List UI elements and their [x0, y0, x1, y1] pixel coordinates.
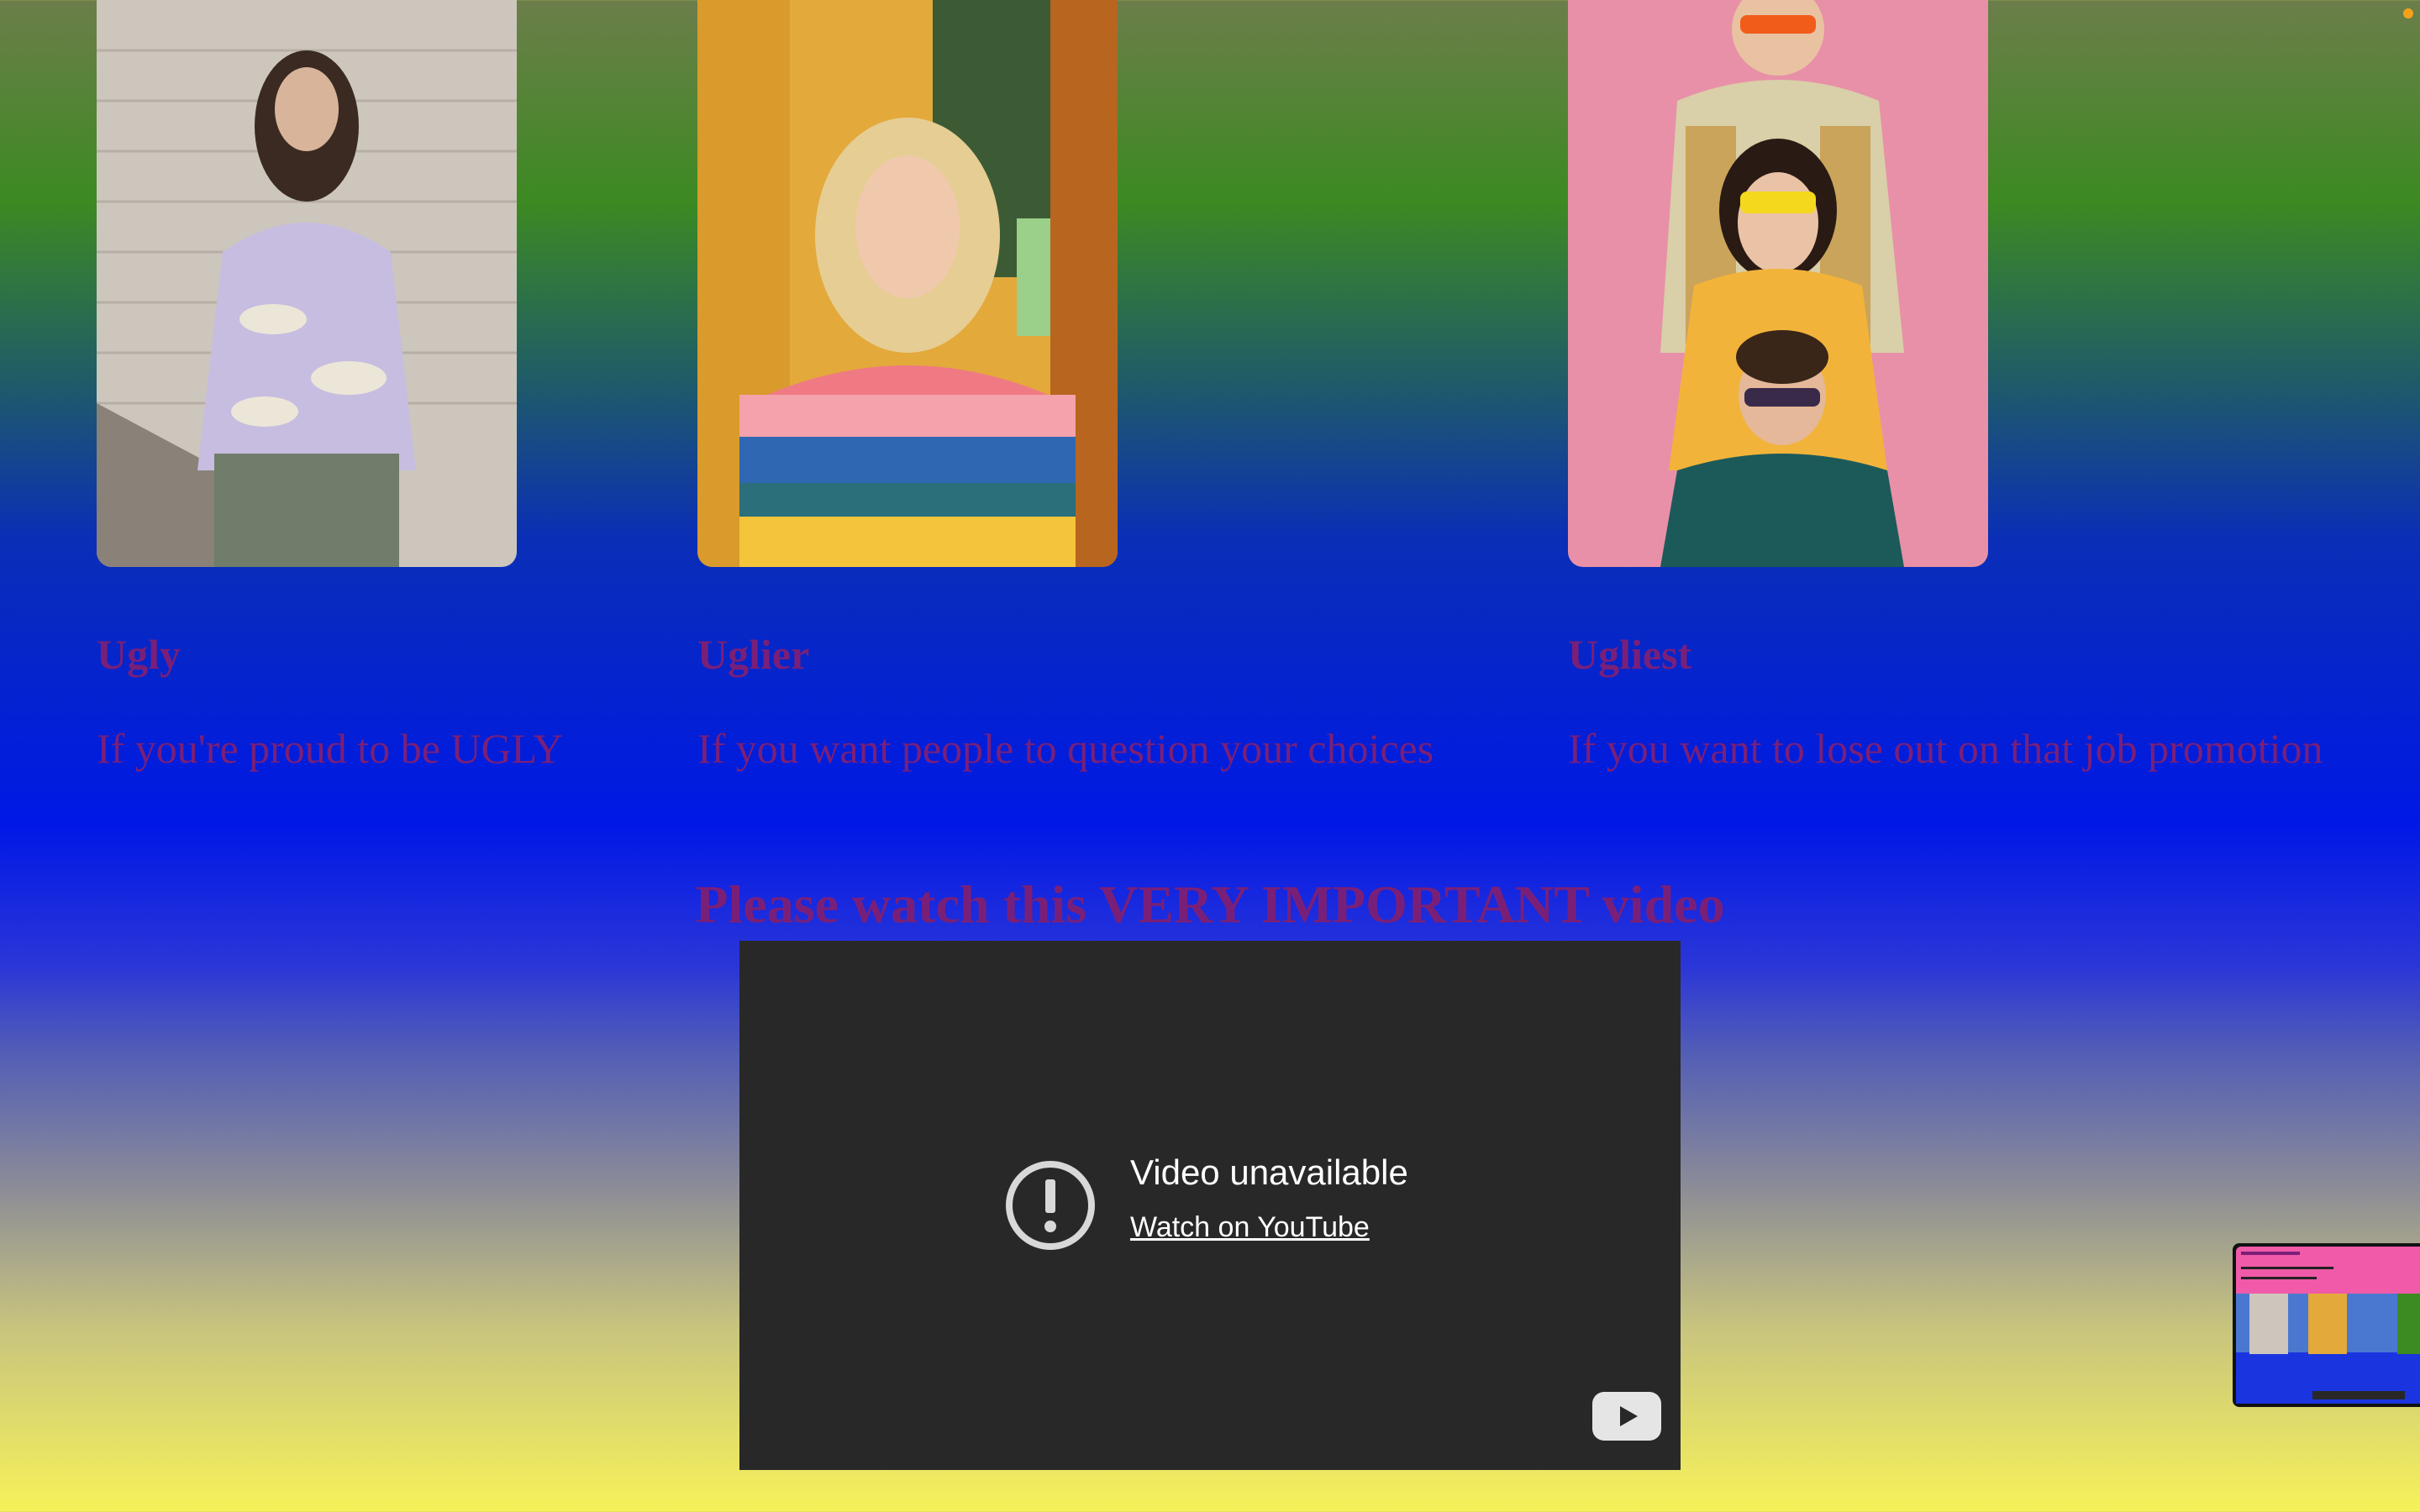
watch-on-youtube-link[interactable]: Watch on YouTube: [1130, 1211, 1408, 1244]
card-description: If you want people to question your choi…: [697, 725, 1434, 772]
notification-dot: [2403, 8, 2413, 18]
card-description: If you want to lose out on that job prom…: [1568, 725, 2323, 772]
card-description: If you're proud to be UGLY: [97, 725, 564, 772]
exclamation-icon: [1006, 1161, 1095, 1250]
card-photo-ugly: [97, 0, 517, 567]
youtube-logo-icon[interactable]: [1592, 1392, 1661, 1441]
window-preview-thumbnail[interactable]: [2233, 1243, 2420, 1407]
card-photo-uglier: [697, 0, 1118, 567]
video-section-heading: Please watch this VERY IMPORTANT video: [695, 874, 1725, 934]
video-unavailable-message: Video unavailable Watch on YouTube: [1130, 1152, 1408, 1244]
card-title: Ugly: [97, 631, 181, 678]
card-title: Ugliest: [1568, 631, 1692, 678]
card-title: Uglier: [697, 631, 810, 678]
video-unavailable-text: Video unavailable: [1130, 1152, 1408, 1192]
card-photo-ugliest: [1568, 0, 1988, 567]
